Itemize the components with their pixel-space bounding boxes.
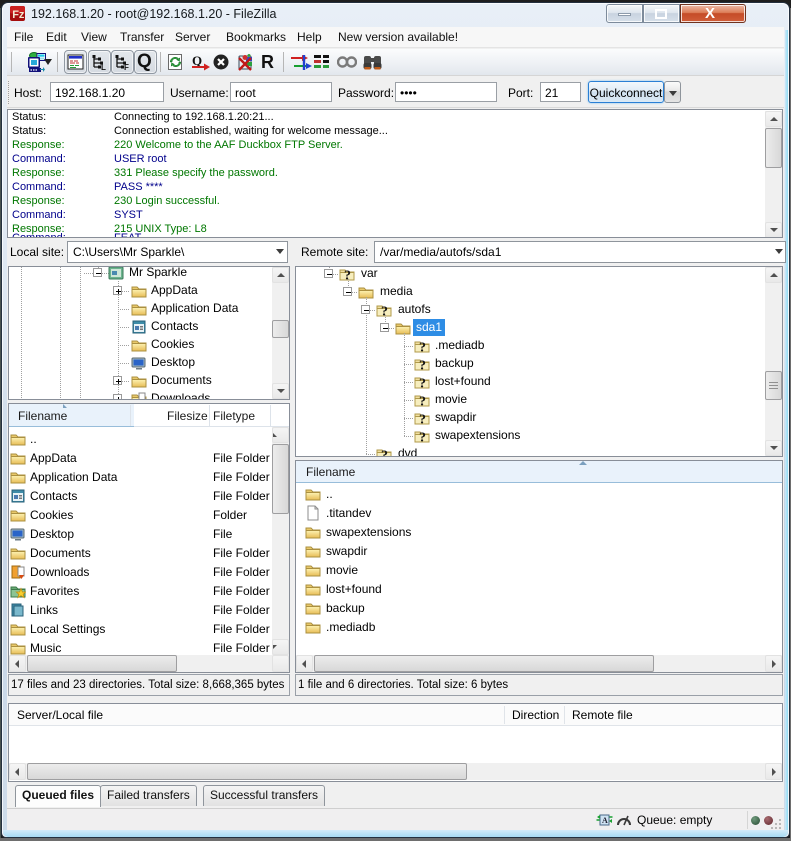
svg-text:L: L <box>101 63 106 71</box>
svg-text:Q: Q <box>192 53 202 68</box>
svg-text:Fz: Fz <box>12 9 25 21</box>
svg-text:A: A <box>602 816 608 825</box>
svg-text:F: F <box>124 63 129 71</box>
